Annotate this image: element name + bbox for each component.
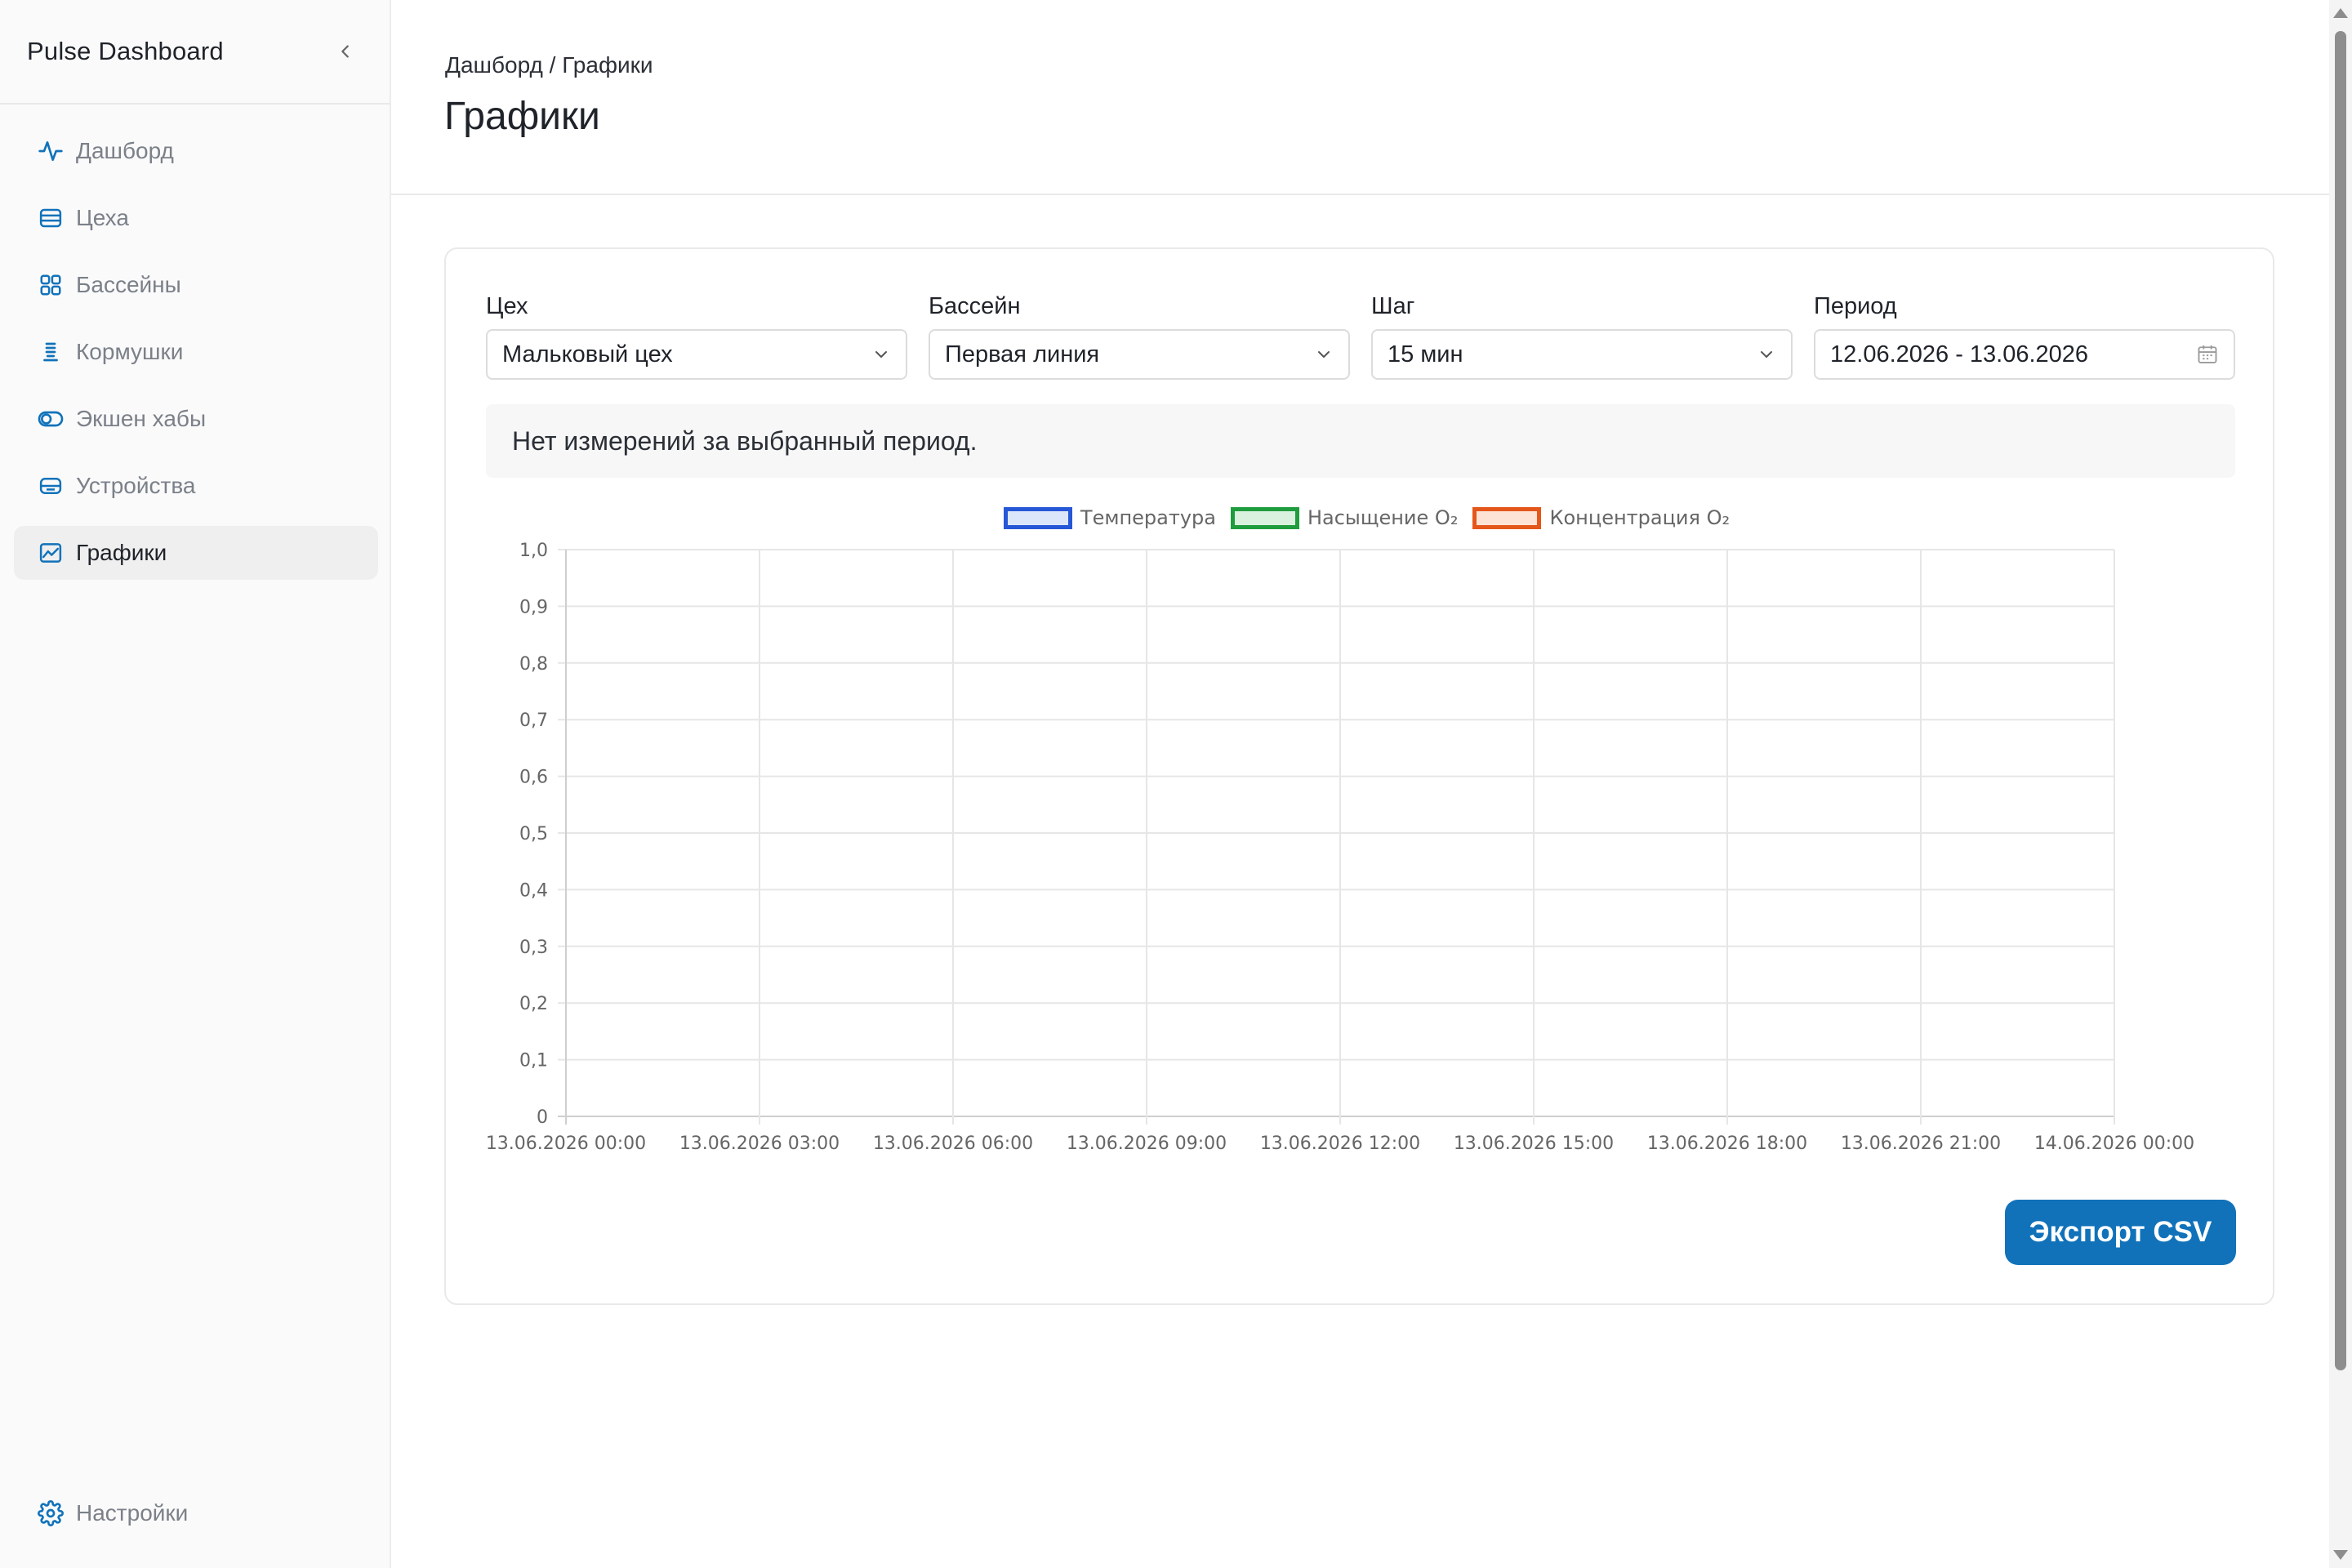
workshop-label: Цех [486,293,528,319]
scroll-up-arrow[interactable] [2333,8,2348,18]
x-tick-label: 13.06.2026 21:00 [1841,1134,2001,1154]
sidebar-item-workshops[interactable]: Цеха [14,191,378,245]
stack-icon [37,204,65,232]
sidebar-item-devices[interactable]: Устройства [14,459,378,513]
legend-swatch [1003,506,1072,529]
y-tick-label: 0,7 [519,710,548,731]
page-title: Графики [444,95,600,138]
legend-swatch [1472,506,1542,529]
step-select[interactable]: 15 мин [1371,329,1793,380]
sidebar-item-dashboard[interactable]: Дашборд [14,124,378,178]
main-content: Дашборд / Графики Графики Цех Мальковый … [391,0,2329,1568]
sidebar-header: Pulse Dashboard [0,0,390,105]
chart-legend: Температура Насыщение O₂ Концентрация O₂ [446,506,2273,529]
y-tick-label: 0,2 [519,994,548,1014]
sidebar-item-label: Экшен хабы [76,406,207,431]
chevron-left-icon [341,45,349,58]
scroll-down-arrow[interactable] [2333,1550,2348,1560]
page-scrollbar[interactable] [2329,0,2352,1568]
sidebar-item-action-hubs[interactable]: Экшен хабы [14,392,378,446]
breadcrumb: Дашборд / Графики [445,52,653,78]
scroll-thumb[interactable] [2335,31,2346,1370]
activity-icon [37,137,65,165]
sidebar-nav: Дашборд Цеха Бассейны Кормушки Экшен хаб… [14,124,378,593]
export-csv-button[interactable]: Экспорт CSV [2005,1200,2236,1265]
sidebar-item-feeders[interactable]: Кормушки [14,325,378,379]
y-tick-label: 0,1 [519,1051,548,1071]
grid-icon [37,271,65,299]
y-tick-label: 0,9 [519,597,548,617]
legend-label: Насыщение O₂ [1307,506,1459,529]
sidebar-item-label: Цеха [76,205,129,230]
device-icon [37,472,65,500]
workshop-select[interactable]: Мальковый цех [486,329,907,380]
legend-item[interactable]: Концентрация O₂ [1472,506,1730,529]
step-filter: Шаг 15 мин [1371,290,1793,380]
x-tick-label: 13.06.2026 09:00 [1067,1134,1227,1154]
charts-card: Цех Мальковый цех Бассейн Первая линия Ш… [444,247,2274,1305]
x-tick-label: 13.06.2026 12:00 [1260,1134,1420,1154]
y-tick-label: 0,6 [519,768,548,788]
measurements-chart: 0 0,1 0,2 0,3 0,4 0,5 0,6 0,7 0,8 0,9 1,0 13.06.202… [486,541,2194,1154]
sidebar-item-label: Настройки [76,1500,189,1526]
sidebar: Pulse Dashboard Дашборд Цеха Бассейны Ко… [0,0,391,1568]
chevron-down-icon [1761,351,1772,358]
filters-row: Цех Мальковый цех Бассейн Первая линия Ш… [486,290,2235,380]
x-tick-label: 13.06.2026 18:00 [1647,1134,1807,1154]
sidebar-item-charts[interactable]: Графики [14,526,378,580]
chevron-down-icon [875,351,887,358]
sidebar-item-settings[interactable]: Настройки [14,1486,378,1540]
collapse-sidebar-button[interactable] [329,35,362,68]
step-label: Шаг [1371,293,1415,319]
pool-value: Первая линия [945,341,1100,368]
sidebar-item-label: Графики [76,540,167,565]
pool-select[interactable]: Первая линия [929,329,1350,380]
y-tick-label: 0,3 [519,938,548,958]
pool-label: Бассейн [929,293,1021,319]
calendar-icon [2198,345,2217,363]
y-tick-label: 0,5 [519,824,548,844]
step-value: 15 мин [1388,341,1463,368]
x-tick-label: 13.06.2026 03:00 [679,1134,840,1154]
workshop-filter: Цех Мальковый цех [486,290,907,380]
sidebar-item-label: Дашборд [76,138,174,163]
page-header: Дашборд / Графики Графики [391,0,2329,195]
period-value: 12.06.2026 - 13.06.2026 [1830,341,2089,368]
sidebar-item-label: Бассейны [76,272,181,297]
y-tick-label: 0,8 [519,654,548,675]
legend-item[interactable]: Температура [1003,506,1216,529]
y-tick-label: 1,0 [519,541,548,561]
pool-filter: Бассейн Первая линия [929,290,1350,380]
workshop-value: Мальковый цех [502,341,673,368]
x-tick-label: 13.06.2026 15:00 [1454,1134,1614,1154]
sidebar-item-label: Устройства [76,473,196,498]
chevron-down-icon [1318,351,1330,358]
legend-item[interactable]: Насыщение O₂ [1230,506,1459,529]
legend-label: Концентрация O₂ [1549,506,1731,529]
sidebar-item-pools[interactable]: Бассейны [14,258,378,312]
x-tick-label: 14.06.2026 00:00 [2034,1134,2194,1154]
y-tick-label: 0 [537,1107,548,1128]
gear-icon [37,1499,65,1527]
chart-icon [37,539,65,567]
sidebar-bottom: Настройки [14,1486,378,1553]
x-tick-label: 13.06.2026 00:00 [486,1134,646,1154]
x-tick-label: 13.06.2026 06:00 [873,1134,1033,1154]
period-filter: Период 12.06.2026 - 13.06.2026 [1814,290,2235,380]
y-tick-label: 0,4 [519,880,548,901]
feeder-icon [37,338,65,366]
legend-label: Температура [1080,506,1216,529]
app-title: Pulse Dashboard [27,37,224,65]
period-picker[interactable]: 12.06.2026 - 13.06.2026 [1814,329,2235,380]
toggle-icon [37,405,65,433]
sidebar-item-label: Кормушки [76,339,184,364]
period-label: Период [1814,293,1897,319]
empty-state-message: Нет измерений за выбранный период. [486,404,2235,478]
legend-swatch [1230,506,1299,529]
app-root: Pulse Dashboard Дашборд Цеха Бассейны Ко… [0,0,2352,1568]
